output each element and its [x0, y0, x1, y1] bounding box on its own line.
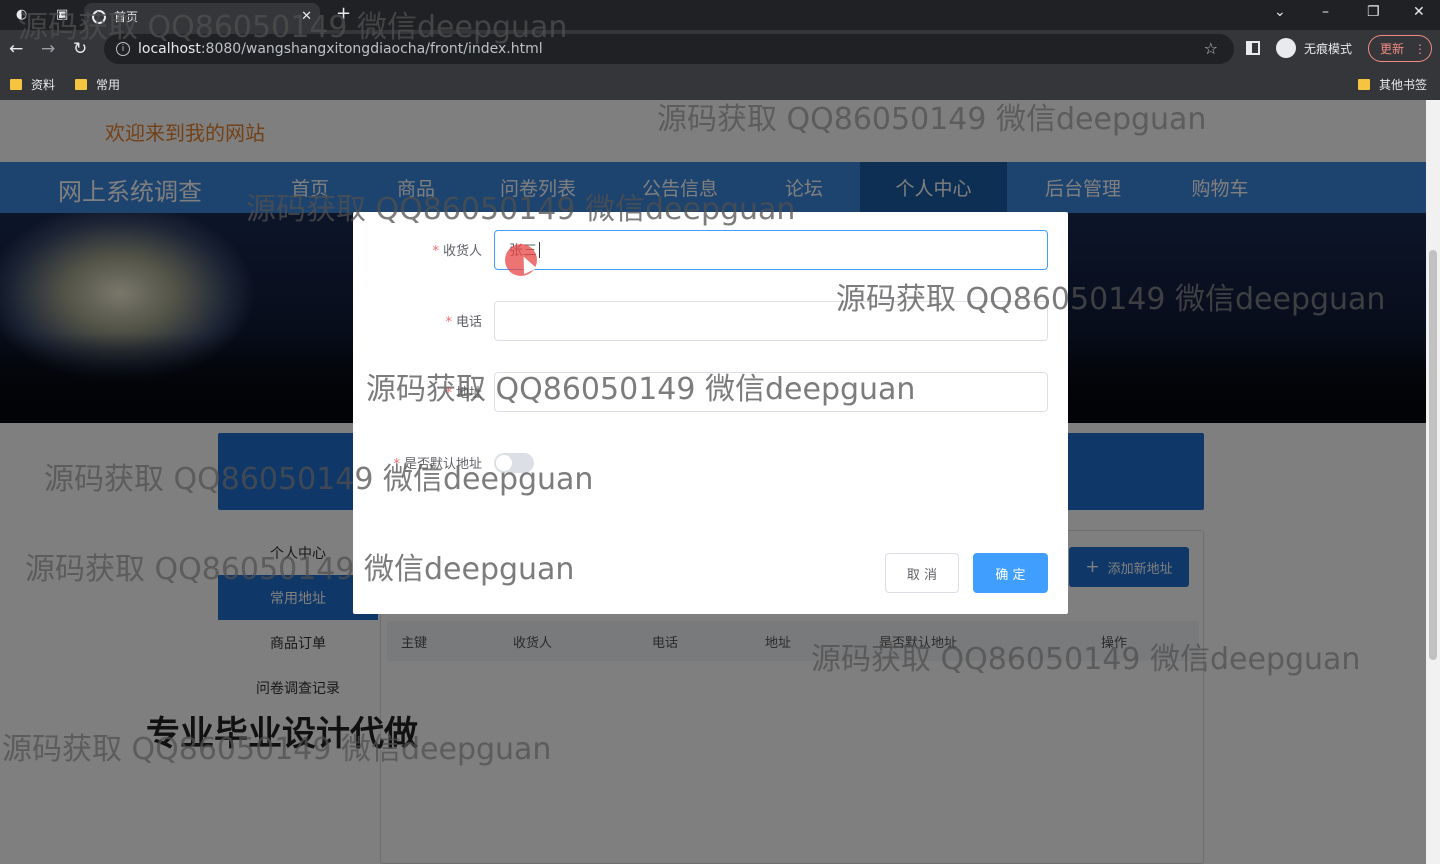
incognito-label: 无痕模式 — [1304, 41, 1353, 56]
globe-icon — [92, 9, 106, 24]
close-tab-icon[interactable]: ✕ — [301, 9, 312, 24]
other-bookmarks[interactable]: 其他书签 — [1358, 76, 1427, 93]
default-address-switch[interactable] — [494, 453, 534, 473]
default-address-label: * 是否默认地址 — [393, 457, 482, 472]
form-row-recipient: *收货人 张三 — [353, 230, 1068, 270]
update-label: 更新 — [1380, 42, 1405, 56]
tab-title: 首页 — [114, 10, 139, 24]
bookmark-star-icon[interactable]: ☆ — [1204, 39, 1218, 58]
form-row-default: * 是否默认地址 — [353, 443, 1068, 483]
incognito-indicator[interactable]: 无痕模式 — [1276, 38, 1352, 58]
url-path: :8080/wangshangxitongdiaocha/front/index… — [200, 41, 543, 57]
bookmark-folder-ziliao[interactable]: 资料 — [10, 76, 55, 93]
info-icon[interactable]: i — [116, 42, 130, 56]
recipient-label: * 收货人 — [432, 244, 482, 259]
bookmark-label: 常用 — [96, 78, 121, 92]
restore-icon[interactable]: ❐ — [1367, 4, 1380, 20]
address-label: * 地址 — [445, 386, 482, 401]
folder-icon — [10, 79, 22, 90]
update-button[interactable]: 更新 ⋮ — [1368, 35, 1432, 62]
folder-icon — [75, 79, 87, 90]
browser-tab-strip: ◐ ▣ 首页 ✕ + ⌄ – ❐ ✕ — [0, 0, 1440, 30]
recipient-input[interactable]: 张三 — [494, 230, 1048, 270]
address-toolbar: ← → ↻ i localhost :8080/wangshangxitongd… — [0, 30, 1440, 68]
new-tab-icon[interactable]: + — [336, 3, 351, 24]
url-field[interactable]: i localhost :8080/wangshangxitongdiaocha… — [104, 34, 1234, 64]
url-host: localhost — [138, 41, 201, 57]
scrollbar-thumb[interactable] — [1429, 250, 1437, 660]
minimize-icon[interactable]: – — [1322, 4, 1329, 20]
bookmarks-bar: 资料 常用 其他书签 — [0, 68, 1440, 100]
confirm-button[interactable]: 确 定 — [973, 553, 1048, 593]
phone-input[interactable] — [494, 301, 1048, 341]
forward-icon[interactable]: → — [41, 39, 55, 59]
form-row-address: * 地址 — [353, 372, 1068, 412]
bookmark-folder-changyong[interactable]: 常用 — [75, 76, 120, 93]
bookmark-label: 其他书签 — [1379, 78, 1428, 92]
page-scrollbar[interactable] — [1426, 100, 1440, 864]
tab-search-icon[interactable]: ▣ — [56, 7, 68, 22]
folder-icon — [1358, 79, 1370, 90]
phone-label: * 电话 — [445, 315, 482, 330]
form-row-phone: * 电话 — [353, 301, 1068, 341]
address-dialog: *收货人 张三 *电话 *地址 *是否默认地址 取 消 确 定 — [353, 212, 1068, 614]
side-panel-icon[interactable] — [1246, 41, 1260, 55]
close-window-icon[interactable]: ✕ — [1413, 4, 1425, 20]
browser-tab[interactable]: 首页 ✕ — [84, 3, 320, 30]
incognito-icon — [1276, 38, 1296, 58]
reload-icon[interactable]: ↻ — [73, 39, 87, 59]
back-icon[interactable]: ← — [9, 39, 23, 59]
cancel-button[interactable]: 取 消 — [885, 553, 959, 593]
bookmark-label: 资料 — [31, 78, 56, 92]
address-input[interactable] — [494, 372, 1048, 412]
tab-list-chevron-icon[interactable]: ⌄ — [1274, 4, 1286, 20]
more-menu-icon: ⋮ — [1414, 41, 1427, 56]
chrome-menu-icon[interactable]: ◐ — [16, 7, 27, 22]
